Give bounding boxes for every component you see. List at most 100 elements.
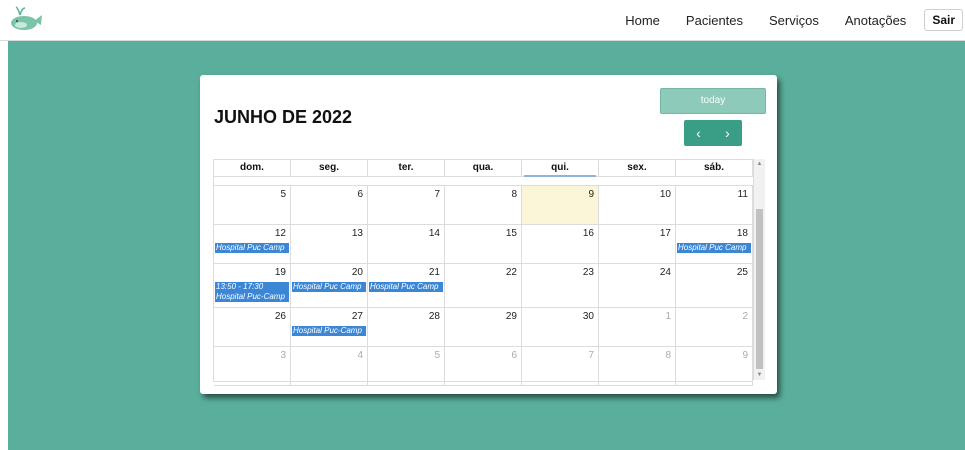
day-cell[interactable]: 19 13:50 - 17:30 Hospital Puc-Camp — [214, 264, 291, 307]
day-cell[interactable]: 14 — [368, 225, 445, 263]
day-cell[interactable]: 17 — [599, 225, 676, 263]
day-number[interactable]: 12 — [214, 225, 290, 241]
calendar-event[interactable]: Hospital Puc Camp — [369, 282, 443, 292]
day-cell[interactable]: 8 — [445, 186, 522, 224]
week-row: 5 6 7 8 9 10 11 — [214, 186, 753, 225]
day-number[interactable]: 19 — [214, 264, 290, 280]
day-cell[interactable]: 6 — [291, 186, 368, 224]
day-number[interactable]: 1 — [599, 308, 675, 324]
day-number[interactable]: 25 — [676, 264, 752, 280]
day-number[interactable]: 11 — [676, 186, 752, 202]
calendar-scrollbar[interactable]: ▲ ▼ — [753, 159, 765, 380]
day-number[interactable]: 6 — [445, 347, 521, 363]
calendar-event[interactable]: Hospital Puc-Camp — [292, 326, 366, 336]
day-number[interactable]: 5 — [368, 347, 444, 363]
day-cell[interactable]: 21 Hospital Puc Camp — [368, 264, 445, 307]
weekday-tue: ter. — [368, 160, 445, 176]
day-cell[interactable]: 30 — [522, 308, 599, 346]
day-number[interactable]: 8 — [599, 347, 675, 363]
day-cell[interactable]: 18 Hospital Puc Camp — [676, 225, 753, 263]
day-number[interactable]: 8 — [445, 186, 521, 202]
day-number[interactable]: 28 — [368, 308, 444, 324]
day-cell[interactable]: 5 — [368, 347, 445, 385]
day-cell[interactable]: 9 — [522, 186, 599, 224]
week-row: 12 Hospital Puc Camp 13 14 15 16 17 18 Hospital … — [214, 225, 753, 264]
day-cell[interactable]: 22 — [445, 264, 522, 307]
scroll-down-icon[interactable]: ▼ — [754, 372, 765, 378]
day-number[interactable]: 30 — [522, 308, 598, 324]
day-number[interactable]: 21 — [368, 264, 444, 280]
day-number[interactable]: 16 — [522, 225, 598, 241]
day-cell[interactable]: 25 — [676, 264, 753, 307]
day-number[interactable]: 27 — [291, 308, 367, 324]
day-number[interactable]: 17 — [599, 225, 675, 241]
calendar-event[interactable]: 13:50 - 17:30 — [215, 282, 289, 292]
day-cell[interactable]: 13 — [291, 225, 368, 263]
whale-logo-icon[interactable] — [8, 3, 44, 33]
week-row: 3456789 — [214, 347, 753, 386]
week-row: 26 27 Hospital Puc-Camp 28 29 30 1 2 — [214, 308, 753, 347]
day-number[interactable]: 18 — [676, 225, 752, 241]
day-cell[interactable]: 7 — [522, 347, 599, 385]
day-cell[interactable]: 12 Hospital Puc Camp — [214, 225, 291, 263]
day-cell[interactable]: 24 — [599, 264, 676, 307]
day-number[interactable]: 14 — [368, 225, 444, 241]
day-cell[interactable]: 16 — [522, 225, 599, 263]
day-cell[interactable]: 28 — [368, 308, 445, 346]
day-cell[interactable]: 4 — [291, 347, 368, 385]
day-number[interactable]: 15 — [445, 225, 521, 241]
weekday-sat: sáb. — [676, 160, 753, 176]
day-number[interactable]: 6 — [291, 186, 367, 202]
scroll-thumb[interactable] — [756, 209, 763, 369]
day-cell[interactable]: 6 — [445, 347, 522, 385]
day-cell[interactable]: 9 — [676, 347, 753, 385]
day-number[interactable]: 23 — [522, 264, 598, 280]
today-button[interactable]: today — [660, 88, 766, 114]
logout-button[interactable]: Sair — [924, 9, 963, 31]
day-number[interactable]: 7 — [522, 347, 598, 363]
next-month-button[interactable]: › — [713, 120, 742, 146]
day-cell[interactable]: 20 Hospital Puc Camp — [291, 264, 368, 307]
nav-link-servicos[interactable]: Serviços — [769, 13, 819, 28]
day-cell[interactable]: 29 — [445, 308, 522, 346]
scroll-up-icon[interactable]: ▲ — [754, 161, 765, 167]
day-number[interactable]: 26 — [214, 308, 290, 324]
day-number[interactable]: 10 — [599, 186, 675, 202]
day-number[interactable]: 13 — [291, 225, 367, 241]
nav-link-pacientes[interactable]: Pacientes — [686, 13, 743, 28]
day-cell[interactable]: 1 — [599, 308, 676, 346]
day-number[interactable]: 2 — [676, 308, 752, 324]
day-cell[interactable]: 5 — [214, 186, 291, 224]
day-cell[interactable]: 26 — [214, 308, 291, 346]
weekday-header: dom. seg. ter. qua. qui. sex. sáb. — [214, 160, 753, 177]
calendar-event[interactable]: Hospital Puc Camp — [677, 243, 751, 253]
day-cell[interactable]: 7 — [368, 186, 445, 224]
day-cell[interactable]: 27 Hospital Puc-Camp — [291, 308, 368, 346]
day-number[interactable]: 7 — [368, 186, 444, 202]
day-number[interactable]: 9 — [676, 347, 752, 363]
day-cell[interactable]: 11 — [676, 186, 753, 224]
calendar-event[interactable]: Hospital Puc Camp — [292, 282, 366, 292]
day-cell[interactable]: 2 — [676, 308, 753, 346]
day-cell[interactable]: 8 — [599, 347, 676, 385]
day-number[interactable]: 5 — [214, 186, 290, 202]
day-cell[interactable]: 10 — [599, 186, 676, 224]
day-number[interactable]: 3 — [214, 347, 290, 363]
month-nav-group: ‹ › — [684, 120, 742, 146]
day-number[interactable]: 29 — [445, 308, 521, 324]
nav-link-anotacoes[interactable]: Anotações — [845, 13, 906, 28]
day-cell[interactable]: 23 — [522, 264, 599, 307]
day-cell[interactable]: 15 — [445, 225, 522, 263]
day-number[interactable]: 24 — [599, 264, 675, 280]
day-cell[interactable]: 3 — [214, 347, 291, 385]
weekday-sun: dom. — [214, 160, 291, 176]
calendar-title: JUNHO DE 2022 — [214, 107, 353, 127]
calendar-event[interactable]: Hospital Puc Camp — [215, 243, 289, 253]
prev-month-button[interactable]: ‹ — [684, 120, 713, 146]
day-number[interactable]: 4 — [291, 347, 367, 363]
calendar-event[interactable]: Hospital Puc-Camp — [215, 292, 289, 302]
nav-link-home[interactable]: Home — [625, 13, 660, 28]
day-number[interactable]: 9 — [522, 186, 598, 202]
day-number[interactable]: 20 — [291, 264, 367, 280]
day-number[interactable]: 22 — [445, 264, 521, 280]
